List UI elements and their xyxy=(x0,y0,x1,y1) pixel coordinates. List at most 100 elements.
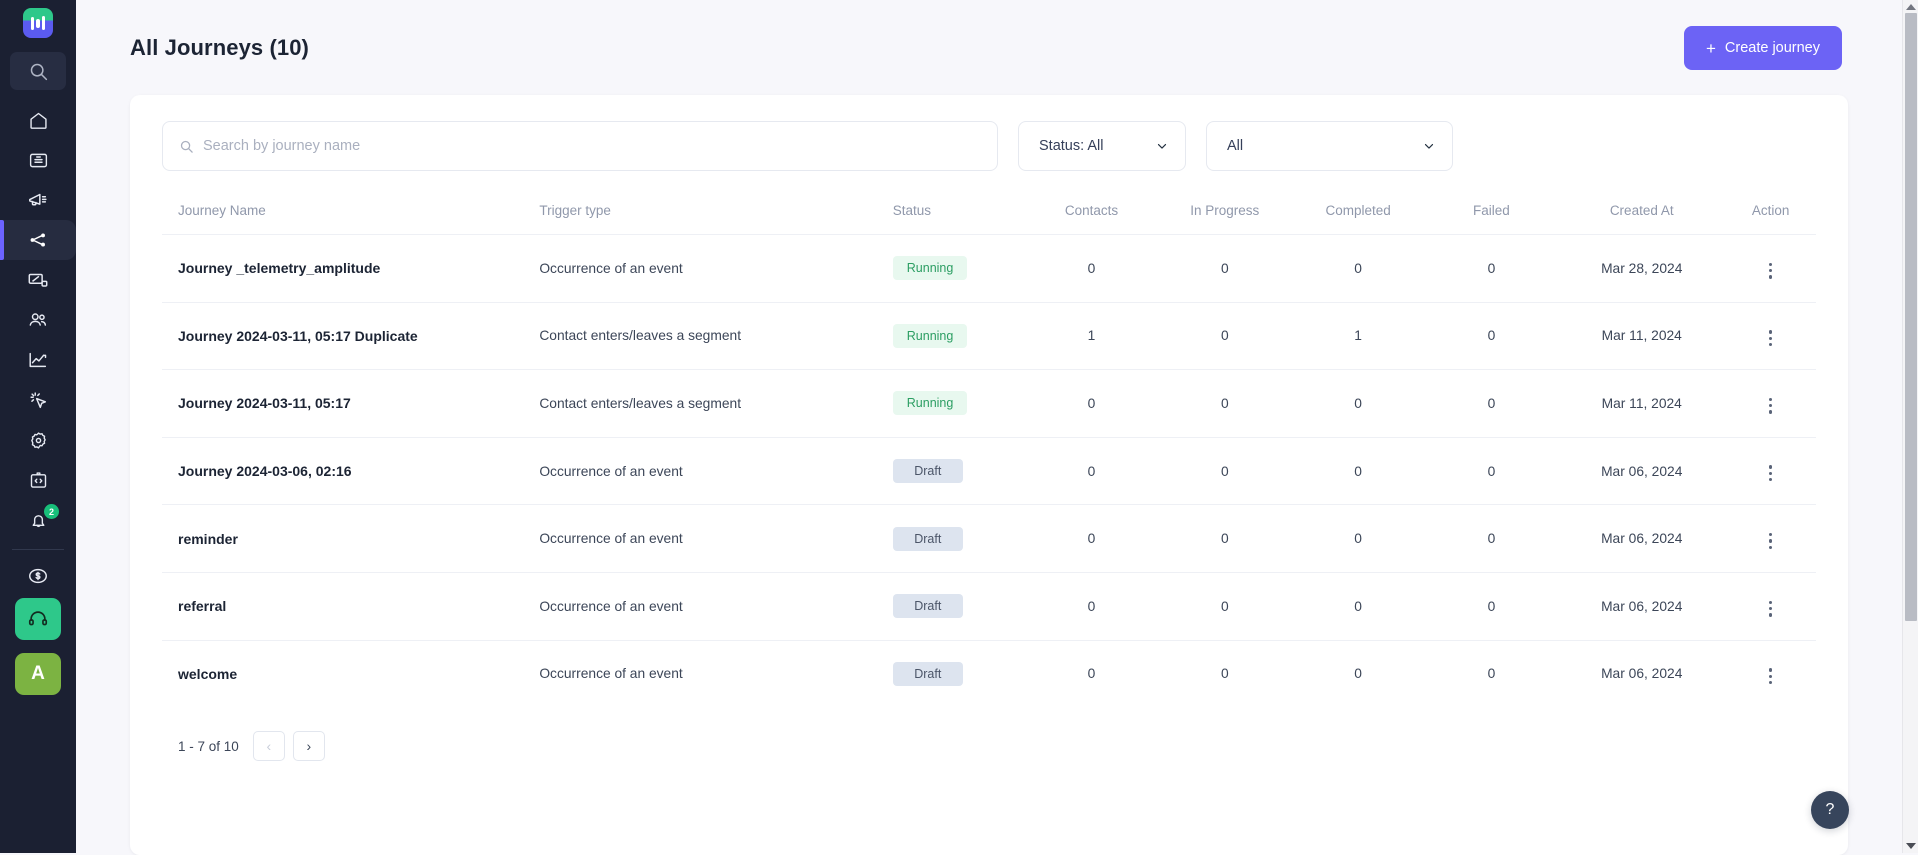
sidebar-item-events[interactable] xyxy=(0,380,76,420)
sidebar-item-analytics[interactable] xyxy=(0,340,76,380)
search-icon xyxy=(179,139,194,154)
search-icon xyxy=(28,61,49,82)
pagination-label: 1 - 7 of 10 xyxy=(178,738,239,754)
journeys-card: Status: All All Journey Name Trigger typ… xyxy=(130,95,1848,855)
table-body: Journey _telemetry_amplitude Occurrence o… xyxy=(162,234,1816,708)
scroll-down-arrow-icon[interactable] xyxy=(1906,843,1916,849)
sidebar-item-notifications[interactable]: 2 xyxy=(0,500,76,540)
cell-created-at: Mar 06, 2024 xyxy=(1558,639,1726,708)
column-completed[interactable]: Completed xyxy=(1291,193,1424,235)
sidebar-item-templates[interactable] xyxy=(0,260,76,300)
cell-contacts: 0 xyxy=(1024,504,1159,573)
cell-action xyxy=(1725,639,1816,708)
cell-journey-name[interactable]: referral xyxy=(162,571,540,641)
cell-status: Running xyxy=(892,369,1025,438)
sidebar-item-journeys[interactable] xyxy=(0,220,76,260)
journeys-table: Journey Name Trigger type Status Contact… xyxy=(162,193,1816,708)
cell-journey-name[interactable]: Journey _telemetry_amplitude xyxy=(162,234,540,303)
headset-icon xyxy=(27,608,49,630)
status-badge: Draft xyxy=(892,526,963,551)
page-scrollbar[interactable] xyxy=(1902,0,1918,853)
templates-icon xyxy=(27,269,49,291)
cell-journey-name[interactable]: Journey 2024-03-06, 02:16 xyxy=(162,436,540,505)
support-button[interactable] xyxy=(15,598,61,640)
cell-trigger-type: Contact enters/leaves a segment xyxy=(539,369,893,438)
status-badge: Running xyxy=(892,391,968,416)
cell-contacts: 0 xyxy=(1024,436,1159,505)
app-logo-icon[interactable] xyxy=(23,8,53,38)
column-status[interactable]: Status xyxy=(893,193,1025,235)
cell-trigger-type: Occurrence of an event xyxy=(539,504,893,573)
notification-badge: 2 xyxy=(44,504,59,519)
cell-journey-name[interactable]: Journey 2024-03-11, 05:17 xyxy=(162,369,540,438)
column-trigger-type[interactable]: Trigger type xyxy=(539,193,892,235)
sidebar-item-developers[interactable] xyxy=(0,460,76,500)
create-journey-button[interactable]: + Create journey xyxy=(1683,26,1842,70)
cell-created-at: Mar 11, 2024 xyxy=(1558,369,1726,438)
column-journey-name[interactable]: Journey Name xyxy=(162,193,539,235)
cell-failed: 0 xyxy=(1424,234,1559,303)
gear-icon xyxy=(28,430,49,451)
sidebar-search-button[interactable] xyxy=(10,52,66,90)
cell-journey-name[interactable]: reminder xyxy=(162,504,540,573)
search-field[interactable] xyxy=(162,121,998,171)
main-content: All Journeys (10) + Create journey Statu… xyxy=(76,0,1902,855)
search-input[interactable] xyxy=(203,138,981,154)
row-actions-menu-icon[interactable] xyxy=(1765,597,1776,621)
cell-action xyxy=(1725,234,1816,303)
dollar-circle-icon xyxy=(27,565,49,587)
row-actions-menu-icon[interactable] xyxy=(1765,461,1776,485)
column-action: Action xyxy=(1751,203,1790,218)
cell-failed: 0 xyxy=(1424,571,1559,641)
chevron-down-icon xyxy=(1155,139,1169,153)
status-badge: Draft xyxy=(892,661,963,686)
row-actions-menu-icon[interactable] xyxy=(1765,326,1776,350)
cell-action xyxy=(1725,369,1816,438)
column-contacts[interactable]: Contacts xyxy=(1025,193,1158,235)
cell-journey-name[interactable]: welcome xyxy=(162,639,540,708)
table-row[interactable]: referral Occurrence of an event Draft 0 0 0 0 M… xyxy=(162,571,1816,641)
help-button[interactable]: ? xyxy=(1811,791,1849,829)
cell-created-at: Mar 06, 2024 xyxy=(1558,504,1726,573)
column-failed[interactable]: Failed xyxy=(1425,193,1558,235)
row-actions-menu-icon[interactable] xyxy=(1765,664,1776,688)
cell-failed: 0 xyxy=(1424,369,1559,438)
row-actions-menu-icon[interactable] xyxy=(1765,394,1776,418)
journeys-icon xyxy=(27,229,49,251)
table-row[interactable]: Journey _telemetry_amplitude Occurrence o… xyxy=(162,234,1816,303)
cell-contacts: 0 xyxy=(1024,369,1159,438)
cell-in-progress: 0 xyxy=(1158,639,1292,708)
row-actions-menu-icon[interactable] xyxy=(1765,259,1776,283)
table-row[interactable]: Journey 2024-03-06, 02:16 Occurrence of a… xyxy=(162,436,1816,505)
scroll-up-arrow-icon[interactable] xyxy=(1906,4,1916,10)
row-actions-menu-icon[interactable] xyxy=(1765,529,1776,553)
type-filter-select[interactable]: All xyxy=(1206,121,1453,171)
cell-in-progress: 0 xyxy=(1158,571,1292,641)
table-row[interactable]: Journey 2024-03-11, 05:17 Duplicate Conta… xyxy=(162,301,1816,370)
pagination-next-button[interactable]: › xyxy=(292,731,325,762)
table-row[interactable]: welcome Occurrence of an event Draft 0 0 0 0 Ma… xyxy=(162,639,1816,708)
cell-created-at: Mar 11, 2024 xyxy=(1558,301,1726,370)
type-filter-value: All xyxy=(1227,138,1244,154)
scrollbar-thumb[interactable] xyxy=(1905,13,1917,621)
sidebar-item-settings[interactable] xyxy=(0,420,76,460)
sidebar-item-broadcast[interactable] xyxy=(0,180,76,220)
sidebar-item-audience[interactable] xyxy=(0,300,76,340)
cell-journey-name[interactable]: Journey 2024-03-11, 05:17 Duplicate xyxy=(162,301,540,370)
pagination-prev-button[interactable]: ‹ xyxy=(252,731,285,762)
column-created-at[interactable]: Created At xyxy=(1558,193,1725,235)
cell-status: Running xyxy=(892,301,1025,370)
sidebar-item-billing[interactable] xyxy=(0,556,76,596)
cell-contacts: 0 xyxy=(1024,639,1159,708)
sidebar-item-home[interactable] xyxy=(0,100,76,140)
avatar[interactable]: A xyxy=(15,653,61,695)
cell-contacts: 0 xyxy=(1024,571,1159,641)
status-filter-select[interactable]: Status: All xyxy=(1018,121,1186,171)
sidebar-item-campaigns[interactable] xyxy=(0,140,76,180)
cell-status: Draft xyxy=(892,571,1025,641)
status-badge: Draft xyxy=(892,594,963,619)
table-row[interactable]: Journey 2024-03-11, 05:17 Contact enters/… xyxy=(162,369,1816,438)
column-in-progress[interactable]: In Progress xyxy=(1158,193,1291,235)
table-row[interactable]: reminder Occurrence of an event Draft 0 0 0 0 M… xyxy=(162,504,1816,573)
cell-failed: 0 xyxy=(1424,436,1559,505)
